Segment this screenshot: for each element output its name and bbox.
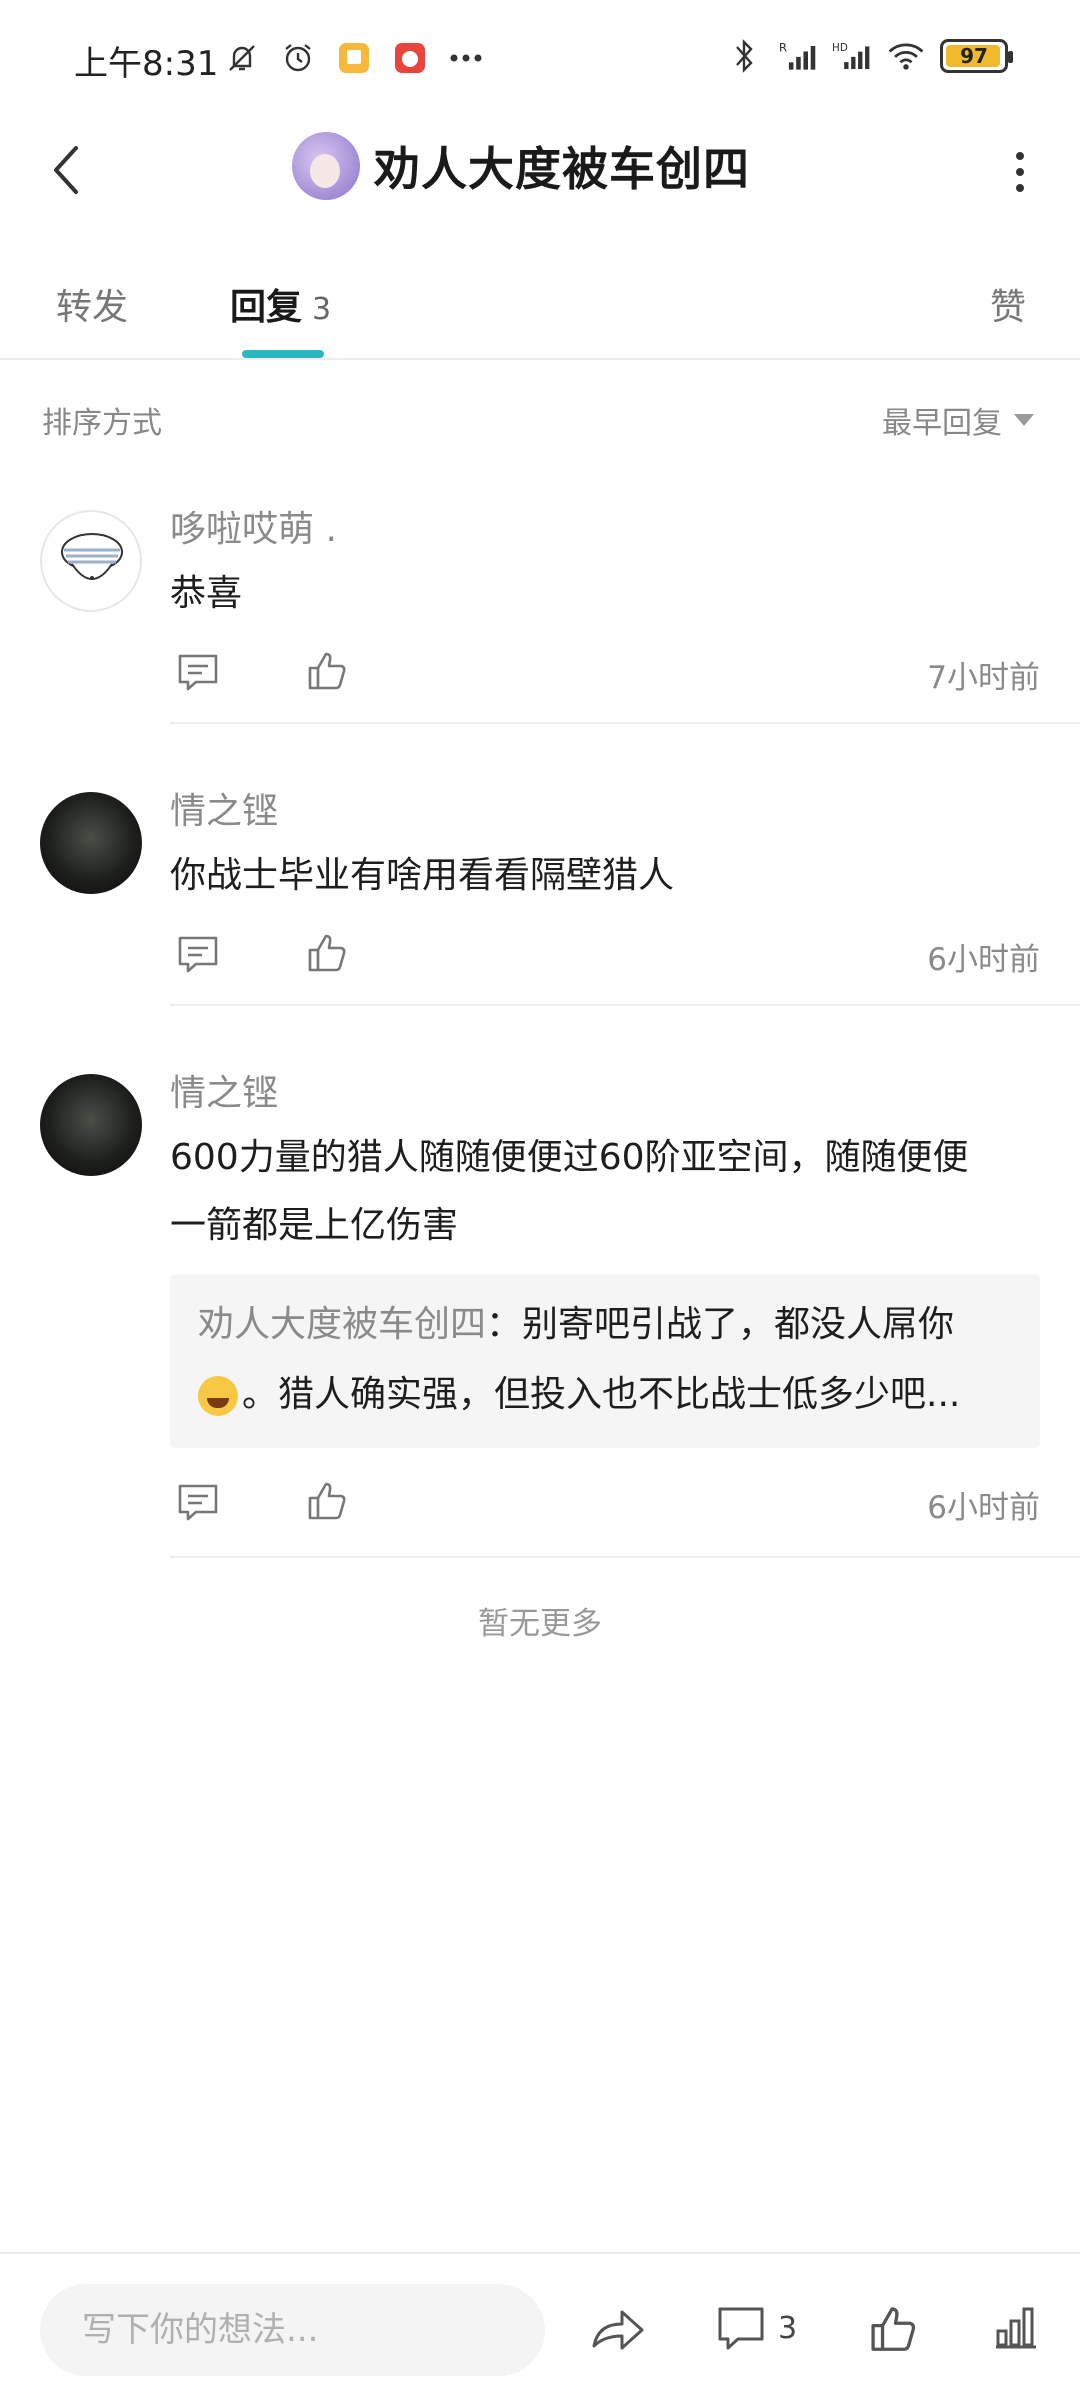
comment-text: 你战士毕业有啥用看看隔壁猎人 — [170, 855, 675, 896]
comment-actions: 6小时前 — [170, 1476, 1040, 1532]
status-left-icons — [222, 38, 486, 78]
sort-dropdown[interactable]: 最早回复 — [882, 398, 1034, 442]
status-right-icons: R HD 97 — [724, 36, 1013, 76]
like-icon[interactable] — [304, 648, 348, 692]
mute-bell-icon — [222, 38, 262, 78]
svg-text:HD: HD — [832, 42, 848, 54]
svg-text:R: R — [779, 40, 787, 54]
status-time: 上午8:31 — [74, 44, 219, 84]
bar-chart-icon — [996, 2307, 1036, 2349]
comment-actions: 6小时前 — [170, 928, 1040, 984]
battery-icon: 97 — [940, 39, 1013, 73]
share-button[interactable] — [590, 2298, 646, 2358]
like-icon[interactable] — [304, 930, 348, 974]
avatar[interactable] — [40, 510, 142, 612]
avatar[interactable] — [40, 1074, 142, 1176]
like-icon — [871, 2307, 916, 2351]
tab-like[interactable]: 赞 — [990, 278, 1026, 330]
wifi-icon — [886, 36, 926, 76]
tab-active-indicator — [242, 350, 324, 358]
quoted-reply[interactable]: 劝人大度被车创四：别寄吧引战了，都没人屌你 。猎人确实强，但投入也不比战士低多少… — [170, 1274, 1040, 1448]
alarm-icon — [278, 38, 318, 78]
sweat-smile-emoji-icon — [198, 1376, 238, 1416]
divider — [170, 1556, 1080, 1558]
like-button[interactable] — [866, 2298, 918, 2358]
signal-hd-icon: HD — [832, 36, 872, 76]
reply-icon[interactable] — [176, 650, 220, 694]
share-icon — [592, 2310, 644, 2350]
quote-line: 劝人大度被车创四：别寄吧引战了，都没人屌你 — [198, 1290, 1012, 1360]
sort-value: 最早回复 — [882, 406, 1002, 441]
comment-input-box[interactable] — [40, 2284, 545, 2376]
battery-level: 97 — [960, 44, 988, 68]
sort-row: 排序方式 最早回复 — [0, 390, 1080, 446]
app-notification-icon — [334, 38, 374, 78]
comment-text-line: 600力量的猎人随随便便过60阶亚空间，随随便便 — [170, 1137, 969, 1178]
tab-reply-label: 回复 — [230, 287, 303, 328]
user-avatar[interactable] — [292, 132, 360, 200]
header: 劝人大度被车创四 — [0, 120, 1080, 220]
quote-line: 。猎人确实强，但投入也不比战士低多少吧... — [198, 1360, 1012, 1430]
status-bar: 上午8:31 R HD 97 — [0, 0, 1080, 120]
comment-input[interactable] — [82, 2310, 522, 2350]
more-dots-icon — [446, 38, 486, 78]
stats-button[interactable] — [990, 2298, 1040, 2358]
more-vertical-icon[interactable] — [1000, 142, 1040, 202]
like-icon[interactable] — [304, 1478, 348, 1522]
no-more-text: 暂无更多 — [478, 1606, 602, 1642]
tab-forward[interactable]: 转发 — [56, 278, 128, 330]
comment-author[interactable]: 情之铿 — [170, 1064, 278, 1116]
tab-reply[interactable]: 回复 3 — [230, 278, 331, 330]
caret-down-icon — [1014, 414, 1034, 426]
comment-time: 7小时前 — [927, 660, 1040, 696]
app-notification-icon-2 — [390, 38, 430, 78]
quote-author[interactable]: 劝人大度被车创四 — [198, 1304, 486, 1345]
sort-label: 排序方式 — [42, 406, 162, 441]
bottom-bar: 3 — [0, 2252, 1080, 2400]
tab-bar: 转发 回复 3 赞 — [0, 268, 1080, 360]
chevron-left-icon — [54, 146, 78, 194]
comment-text-line: 一箭都是上亿伤害 — [170, 1205, 459, 1246]
comment-count: 3 — [778, 2310, 798, 2346]
tab-reply-count: 3 — [312, 292, 332, 327]
comment-icon — [718, 2307, 764, 2350]
reply-icon[interactable] — [176, 1480, 220, 1524]
comment-author[interactable]: 哆啦哎萌 . — [170, 500, 337, 552]
page-title: 劝人大度被车创四 — [374, 142, 750, 196]
comment-author[interactable]: 情之铿 — [170, 782, 278, 834]
reply-icon[interactable] — [176, 932, 220, 976]
quote-text: 。猎人确实强，但投入也不比战士低多少吧... — [242, 1374, 961, 1415]
divider — [170, 722, 1080, 724]
back-button[interactable] — [36, 138, 96, 202]
comment-text: 600力量的猎人随随便便过60阶亚空间，随随便便 一箭都是上亿伤害 — [170, 1124, 1040, 1260]
avatar[interactable] — [40, 792, 142, 894]
quote-text: ：别寄吧引战了，都没人屌你 — [486, 1304, 955, 1345]
comment-text: 恭喜 — [170, 573, 243, 614]
divider — [170, 1004, 1080, 1006]
comment-time: 6小时前 — [927, 942, 1040, 978]
bluetooth-icon — [724, 36, 764, 76]
comment-actions: 7小时前 — [170, 646, 1040, 702]
title-wrap[interactable]: 劝人大度被车创四 — [292, 132, 750, 200]
comments-button[interactable]: 3 — [716, 2298, 797, 2358]
signal-r-icon: R — [778, 36, 818, 76]
comment-time: 6小时前 — [927, 1490, 1040, 1526]
